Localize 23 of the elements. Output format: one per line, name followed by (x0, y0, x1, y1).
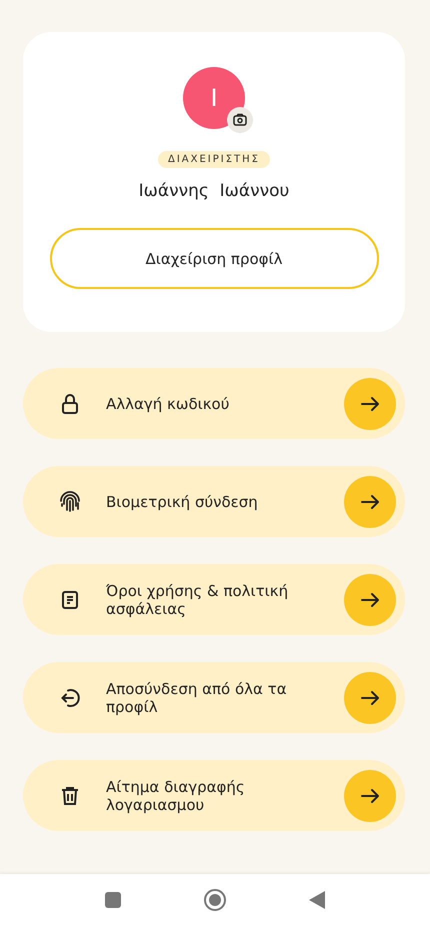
menu-label: Αποσύνδεση από όλα τα προφίλ (106, 680, 288, 716)
menu-item[interactable]: Βιομετρική σύνδεση (23, 466, 405, 537)
arrow-button-icon[interactable] (344, 378, 396, 430)
fingerprint-icon (58, 490, 82, 514)
home-icon[interactable] (203, 888, 227, 912)
menu-label: Αίτημα διαγραφής λογαριασμου (106, 778, 246, 814)
arrow-button-icon[interactable] (344, 476, 396, 528)
square-icon[interactable] (105, 892, 121, 908)
user-name: Ιωάννης Ιωάννου (138, 181, 290, 201)
back-icon[interactable] (309, 891, 325, 909)
arrow-button-icon[interactable] (344, 574, 396, 626)
menu-item[interactable]: Αποσύνδεση από όλα τα προφίλ (23, 662, 405, 733)
role-badge: ΔΙΑΧΕΙΡΙΣΤΗΣ (158, 151, 270, 168)
manage-profile-button[interactable]: Διαχείριση προφίλ (50, 228, 378, 289)
menu-item[interactable]: Αίτημα διαγραφής λογαριασμου (23, 760, 405, 831)
camera-icon[interactable] (227, 107, 253, 133)
menu-label: Αλλαγή κωδικού (106, 394, 230, 412)
menu-item[interactable]: Όροι χρήσης & πολιτική ασφάλειας (23, 564, 405, 635)
menu-label: Όροι χρήσης & πολιτική ασφάλειας (106, 582, 290, 618)
arrow-button-icon[interactable] (344, 672, 396, 724)
menu-item[interactable]: Αλλαγή κωδικού (23, 368, 405, 439)
menu-label: Βιομετρική σύνδεση (106, 492, 259, 510)
arrow-button-icon[interactable] (344, 770, 396, 822)
